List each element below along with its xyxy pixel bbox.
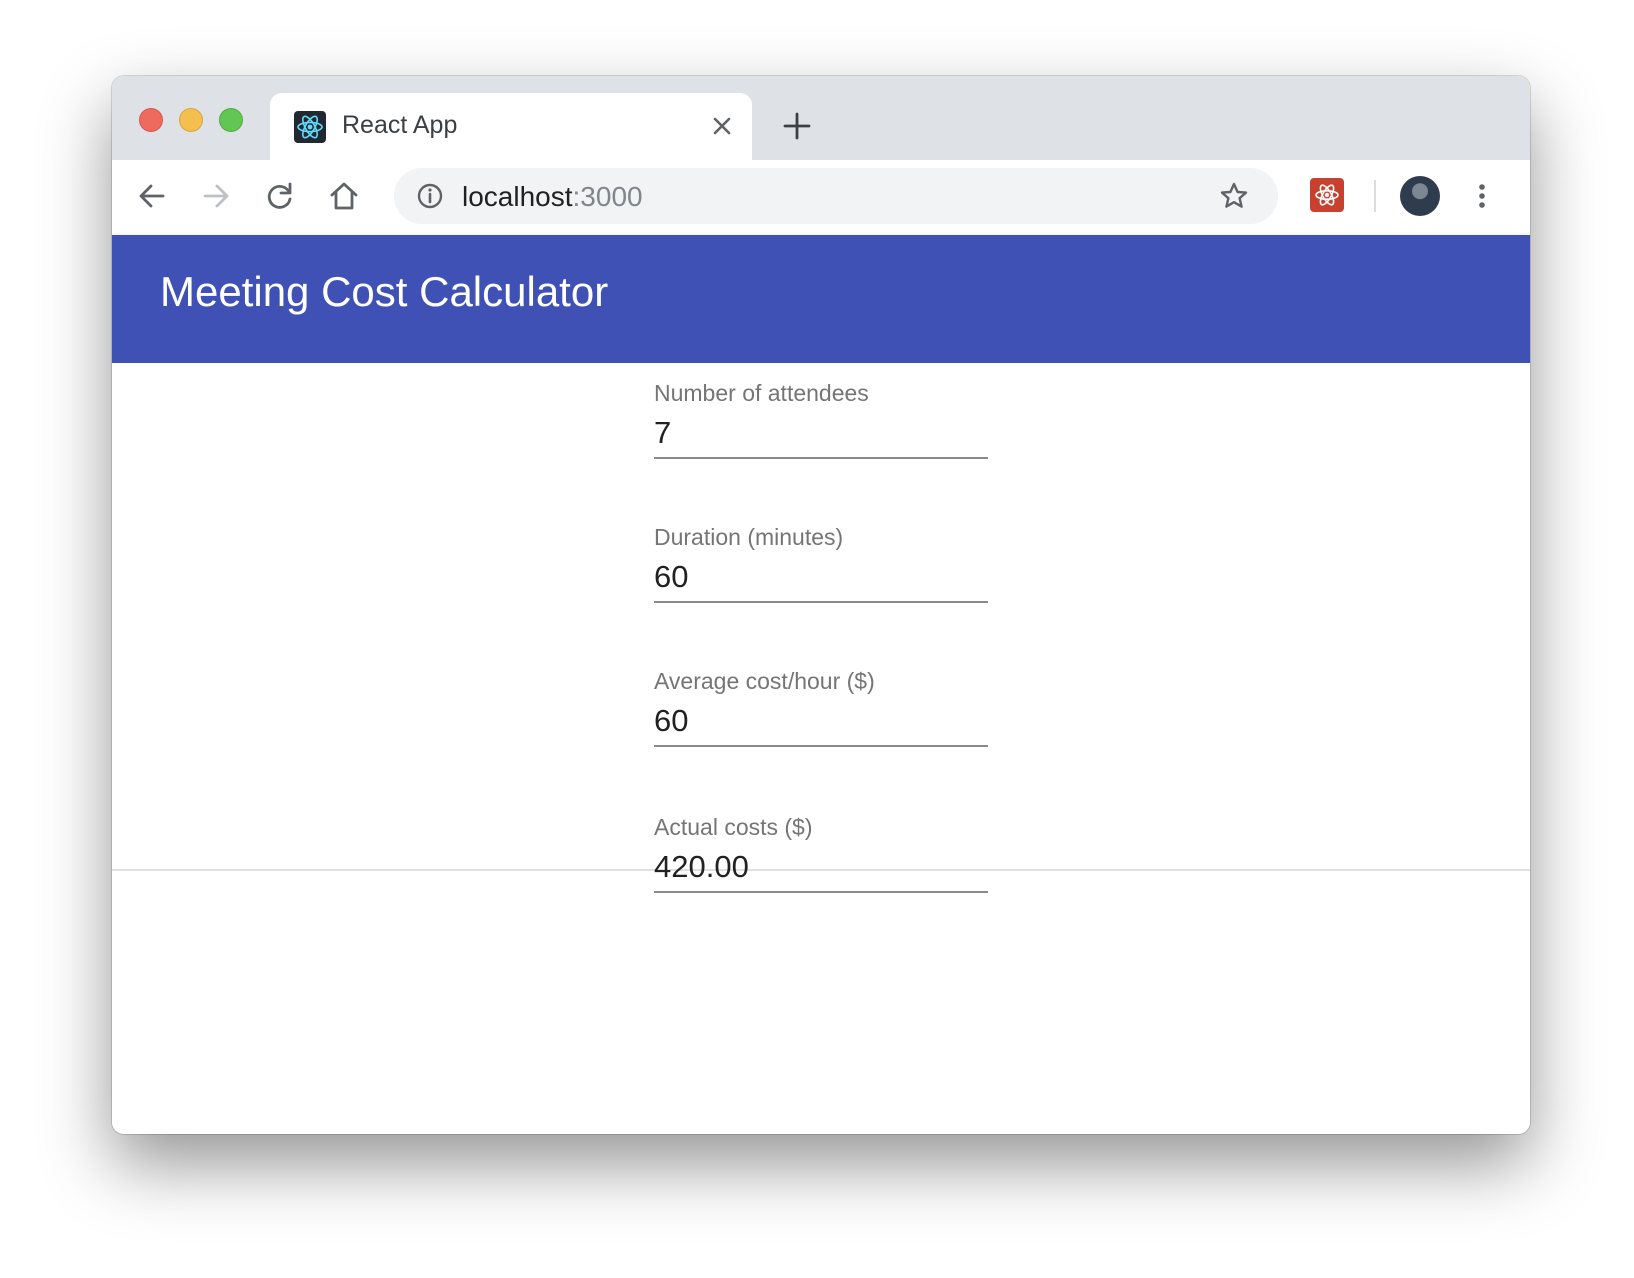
close-icon[interactable] (706, 110, 738, 142)
profile-avatar[interactable] (1400, 176, 1440, 216)
window-close-button[interactable] (139, 108, 163, 132)
reload-icon[interactable] (262, 178, 298, 214)
attendees-label: Number of attendees (654, 380, 869, 406)
url-port: :3000 (572, 181, 643, 212)
window-minimize-button[interactable] (179, 108, 203, 132)
app-bar: Meeting Cost Calculator (112, 235, 1530, 363)
star-icon[interactable] (1218, 180, 1250, 212)
home-icon[interactable] (326, 178, 362, 214)
cost-per-hour-input[interactable] (654, 697, 988, 747)
duration-label: Duration (minutes) (654, 524, 844, 550)
more-vertical-icon[interactable] (1466, 180, 1498, 212)
address-bar[interactable]: localhost:3000 (394, 168, 1278, 224)
duration-input[interactable] (654, 553, 988, 603)
info-icon[interactable] (416, 182, 444, 210)
actual-costs-output[interactable] (654, 843, 988, 893)
plus-icon[interactable] (780, 109, 814, 143)
back-arrow-icon[interactable] (134, 178, 170, 214)
page-title: Meeting Cost Calculator (160, 268, 609, 315)
window-maximize-button[interactable] (219, 108, 243, 132)
browser-window: React App localhost:3000 Meeting Cost Ca… (112, 76, 1530, 1134)
cost-per-hour-label: Average cost/hour ($) (654, 668, 875, 694)
attendees-input[interactable] (654, 409, 988, 459)
attendees-field: Number of attendees (654, 363, 988, 461)
duration-field: Duration (minutes) (654, 507, 988, 605)
url-host: localhost (462, 181, 573, 212)
tab-strip: React App (112, 76, 1530, 160)
forward-arrow-icon[interactable] (198, 178, 234, 214)
tab-title: React App (342, 111, 458, 139)
main-content: Number of attendees Duration (minutes) A… (112, 363, 1530, 1134)
toolbar-separator (1374, 180, 1376, 212)
browser-toolbar: localhost:3000 (112, 160, 1530, 235)
cost-per-hour-field: Average cost/hour ($) (654, 651, 988, 749)
browser-tab[interactable]: React App (270, 93, 752, 160)
react-devtools-icon[interactable] (1310, 178, 1344, 212)
actual-costs-field: Actual costs ($) (654, 797, 988, 895)
actual-costs-label: Actual costs ($) (654, 814, 813, 840)
react-logo-icon (294, 111, 326, 143)
url-text: localhost:3000 (462, 181, 643, 213)
